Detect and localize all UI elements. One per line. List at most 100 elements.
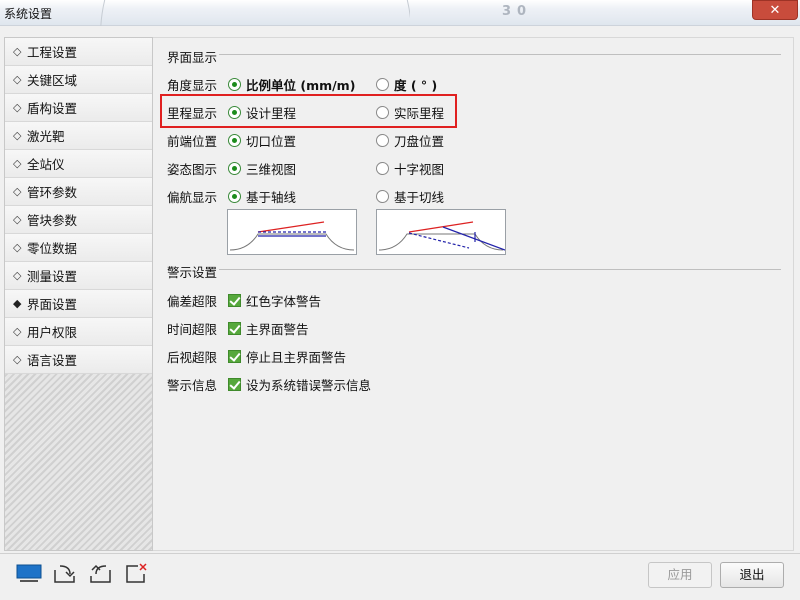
settings-sidebar: ◇ 工程设置 ◇ 关键区域 ◇ 盾构设置 ◇ 激光靶 ◇ 全站仪 ◇ 管环参数 ◇ 管块参数 …	[4, 37, 153, 551]
warning-section-title: 警示设置	[167, 265, 218, 280]
attitude-view-label: 姿态图示	[167, 162, 218, 177]
diamond-outline-icon: ◇	[13, 157, 22, 170]
section-divider	[219, 269, 781, 270]
sidebar-item-ui-settings[interactable]: ◆ 界面设置	[5, 290, 152, 318]
diamond-outline-icon: ◇	[13, 213, 22, 226]
system-error-warning-checkbox[interactable]: 设为系统错误警示信息	[228, 375, 371, 394]
deviation-exceed-label: 偏差超限	[167, 294, 218, 309]
main-ui-warning-checkbox[interactable]: 主界面警告	[228, 319, 309, 338]
radio-selected-icon	[228, 162, 241, 175]
sidebar-item-label: 管块参数	[27, 213, 78, 228]
front-cut-position-radio[interactable]: 切口位置	[228, 131, 296, 150]
option-label: 红色字体警告	[246, 294, 322, 309]
radio-selected-icon	[228, 78, 241, 91]
sidebar-item-measure-settings[interactable]: ◇ 测量设置	[5, 262, 152, 290]
sidebar-item-label: 用户权限	[27, 325, 78, 340]
option-label: 度 ( ° )	[394, 78, 438, 93]
sidebar-item-zero-data[interactable]: ◇ 零位数据	[5, 234, 152, 262]
attitude-3d-view-radio[interactable]: 三维视图	[228, 159, 296, 178]
sidebar-item-label: 语言设置	[27, 353, 78, 368]
checkbox-checked-icon	[228, 294, 241, 307]
display-section-title: 界面显示	[167, 50, 218, 65]
footer-divider	[0, 553, 800, 554]
option-label: 基于轴线	[246, 190, 297, 205]
exit-button[interactable]: 退出	[720, 562, 784, 588]
yaw-tangent-based-radio[interactable]: 基于切线	[376, 187, 444, 206]
diamond-outline-icon: ◇	[13, 185, 22, 198]
sidebar-item-shield-settings[interactable]: ◇ 盾构设置	[5, 94, 152, 122]
radio-empty-icon	[376, 162, 389, 175]
import-icon[interactable]	[52, 562, 78, 584]
attitude-cross-view-radio[interactable]: 十字视图	[376, 159, 444, 178]
diamond-outline-icon: ◇	[13, 101, 22, 114]
diamond-outline-icon: ◇	[13, 269, 22, 282]
stop-and-warn-checkbox[interactable]: 停止且主界面警告	[228, 347, 346, 366]
angle-unit-degree-radio[interactable]: 度 ( ° )	[376, 75, 437, 94]
front-position-label: 前端位置	[167, 134, 218, 149]
sidebar-item-ring-params[interactable]: ◇ 管环参数	[5, 178, 152, 206]
title-bar-decoration	[100, 0, 410, 26]
diamond-filled-icon: ◆	[13, 297, 22, 310]
angle-unit-ratio-radio[interactable]: 比例单位 (mm/m)	[228, 75, 355, 94]
option-label: 比例单位 (mm/m)	[246, 78, 356, 93]
option-label: 刀盘位置	[394, 134, 445, 149]
option-label: 主界面警告	[246, 322, 309, 337]
undo-icon[interactable]	[88, 562, 114, 584]
close-icon: ✕	[769, 3, 781, 18]
checkbox-checked-icon	[228, 378, 241, 391]
sidebar-item-project-settings[interactable]: ◇ 工程设置	[5, 38, 152, 66]
angle-display-label: 角度显示	[167, 78, 218, 93]
diamond-outline-icon: ◇	[13, 129, 22, 142]
warning-info-label: 警示信息	[167, 378, 218, 393]
sidebar-item-label: 激光靶	[27, 129, 65, 144]
sidebar-item-label: 零位数据	[27, 241, 78, 256]
option-label: 停止且主界面警告	[246, 350, 347, 365]
sidebar-item-label: 界面设置	[27, 297, 78, 312]
radio-selected-icon	[228, 134, 241, 147]
radio-empty-icon	[376, 134, 389, 147]
export-icon[interactable]	[124, 562, 150, 584]
option-label: 三维视图	[246, 162, 297, 177]
close-button[interactable]: ✕	[752, 0, 798, 20]
sidebar-item-label: 测量设置	[27, 269, 78, 284]
axis-based-preview-image	[227, 209, 357, 255]
time-exceed-label: 时间超限	[167, 322, 218, 337]
highlight-box	[160, 94, 457, 128]
radio-empty-icon	[376, 190, 389, 203]
diamond-outline-icon: ◇	[13, 241, 22, 254]
yaw-display-label: 偏航显示	[167, 190, 218, 205]
radio-empty-icon	[376, 78, 389, 91]
background-number: 30	[502, 4, 533, 19]
sidebar-item-segment-params[interactable]: ◇ 管块参数	[5, 206, 152, 234]
radio-selected-icon	[228, 190, 241, 203]
sidebar-item-language-settings[interactable]: ◇ 语言设置	[5, 346, 152, 374]
sidebar-item-label: 工程设置	[27, 45, 78, 60]
option-label: 十字视图	[394, 162, 445, 177]
monitor-icon[interactable]	[16, 562, 42, 584]
diamond-outline-icon: ◇	[13, 325, 22, 338]
sidebar-item-total-station[interactable]: ◇ 全站仪	[5, 150, 152, 178]
diamond-outline-icon: ◇	[13, 73, 22, 86]
sidebar-item-label: 盾构设置	[27, 101, 78, 116]
section-divider	[219, 54, 781, 55]
sidebar-item-label: 全站仪	[27, 157, 65, 172]
sidebar-item-laser-target[interactable]: ◇ 激光靶	[5, 122, 152, 150]
diamond-outline-icon: ◇	[13, 353, 22, 366]
option-label: 基于切线	[394, 190, 445, 205]
sidebar-item-key-area[interactable]: ◇ 关键区域	[5, 66, 152, 94]
title-bar: 系统设置 30 ✕	[0, 0, 800, 26]
yaw-axis-based-radio[interactable]: 基于轴线	[228, 187, 296, 206]
checkbox-checked-icon	[228, 350, 241, 363]
window-title: 系统设置	[4, 7, 53, 21]
apply-button[interactable]: 应用	[648, 562, 712, 588]
checkbox-checked-icon	[228, 322, 241, 335]
front-cutterhead-position-radio[interactable]: 刀盘位置	[376, 131, 444, 150]
red-font-warning-checkbox[interactable]: 红色字体警告	[228, 291, 321, 310]
backsight-exceed-label: 后视超限	[167, 350, 218, 365]
option-label: 设为系统错误警示信息	[246, 378, 372, 393]
sidebar-item-label: 关键区域	[27, 73, 78, 88]
tangent-based-preview-image	[376, 209, 506, 255]
sidebar-item-user-permissions[interactable]: ◇ 用户权限	[5, 318, 152, 346]
option-label: 切口位置	[246, 134, 297, 149]
sidebar-item-label: 管环参数	[27, 185, 78, 200]
